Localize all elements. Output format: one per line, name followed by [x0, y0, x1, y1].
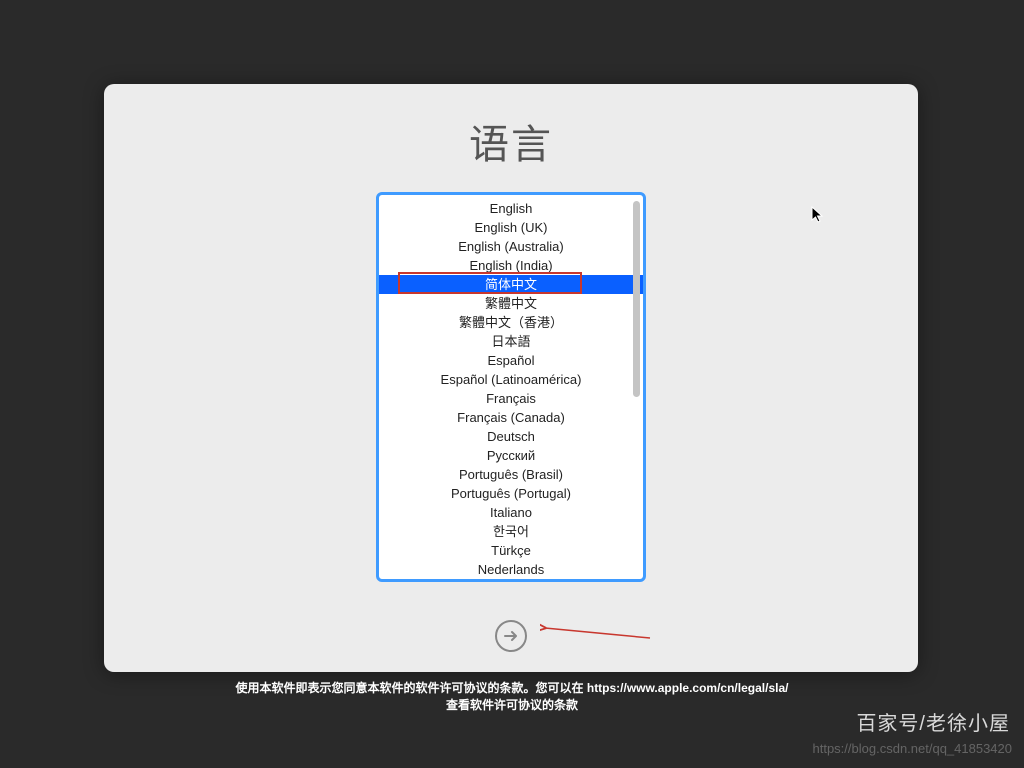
- license-link[interactable]: https://www.apple.com/cn/legal/sla/: [587, 681, 789, 695]
- language-option[interactable]: 简体中文: [379, 275, 643, 294]
- language-option[interactable]: Français: [379, 389, 643, 408]
- language-option[interactable]: Italiano: [379, 503, 643, 522]
- language-option[interactable]: Português (Portugal): [379, 484, 643, 503]
- language-option[interactable]: Deutsch: [379, 427, 643, 446]
- scrollbar-thumb[interactable]: [633, 201, 640, 397]
- language-option[interactable]: Русский: [379, 446, 643, 465]
- language-option[interactable]: 繁體中文（香港）: [379, 313, 643, 332]
- setup-panel: 语言 EnglishEnglish (UK)English (Australia…: [104, 84, 918, 672]
- language-listbox[interactable]: EnglishEnglish (UK)English (Australia)En…: [376, 192, 646, 582]
- language-option[interactable]: Español (Latinoamérica): [379, 370, 643, 389]
- watermark-url: https://blog.csdn.net/qq_41853420: [813, 741, 1013, 756]
- watermark-author: 百家号/老徐小屋: [856, 707, 1010, 736]
- language-option[interactable]: English (India): [379, 256, 643, 275]
- arrow-right-icon: [503, 628, 519, 644]
- next-button[interactable]: [495, 620, 527, 652]
- page-title: 语言: [104, 112, 918, 170]
- language-option[interactable]: 繁體中文: [379, 294, 643, 313]
- language-option[interactable]: Türkçe: [379, 541, 643, 560]
- language-option[interactable]: English: [379, 199, 643, 218]
- language-option[interactable]: Nederlands: [379, 560, 643, 575]
- language-option[interactable]: English (UK): [379, 218, 643, 237]
- language-option[interactable]: 日本語: [379, 332, 643, 351]
- language-option[interactable]: Français (Canada): [379, 408, 643, 427]
- footer-text-1: 使用本软件即表示您同意本软件的软件许可协议的条款。您可以在: [236, 681, 587, 695]
- language-option[interactable]: English (Australia): [379, 237, 643, 256]
- language-option[interactable]: Português (Brasil): [379, 465, 643, 484]
- language-option[interactable]: 한국어: [379, 522, 643, 541]
- language-option[interactable]: Español: [379, 351, 643, 370]
